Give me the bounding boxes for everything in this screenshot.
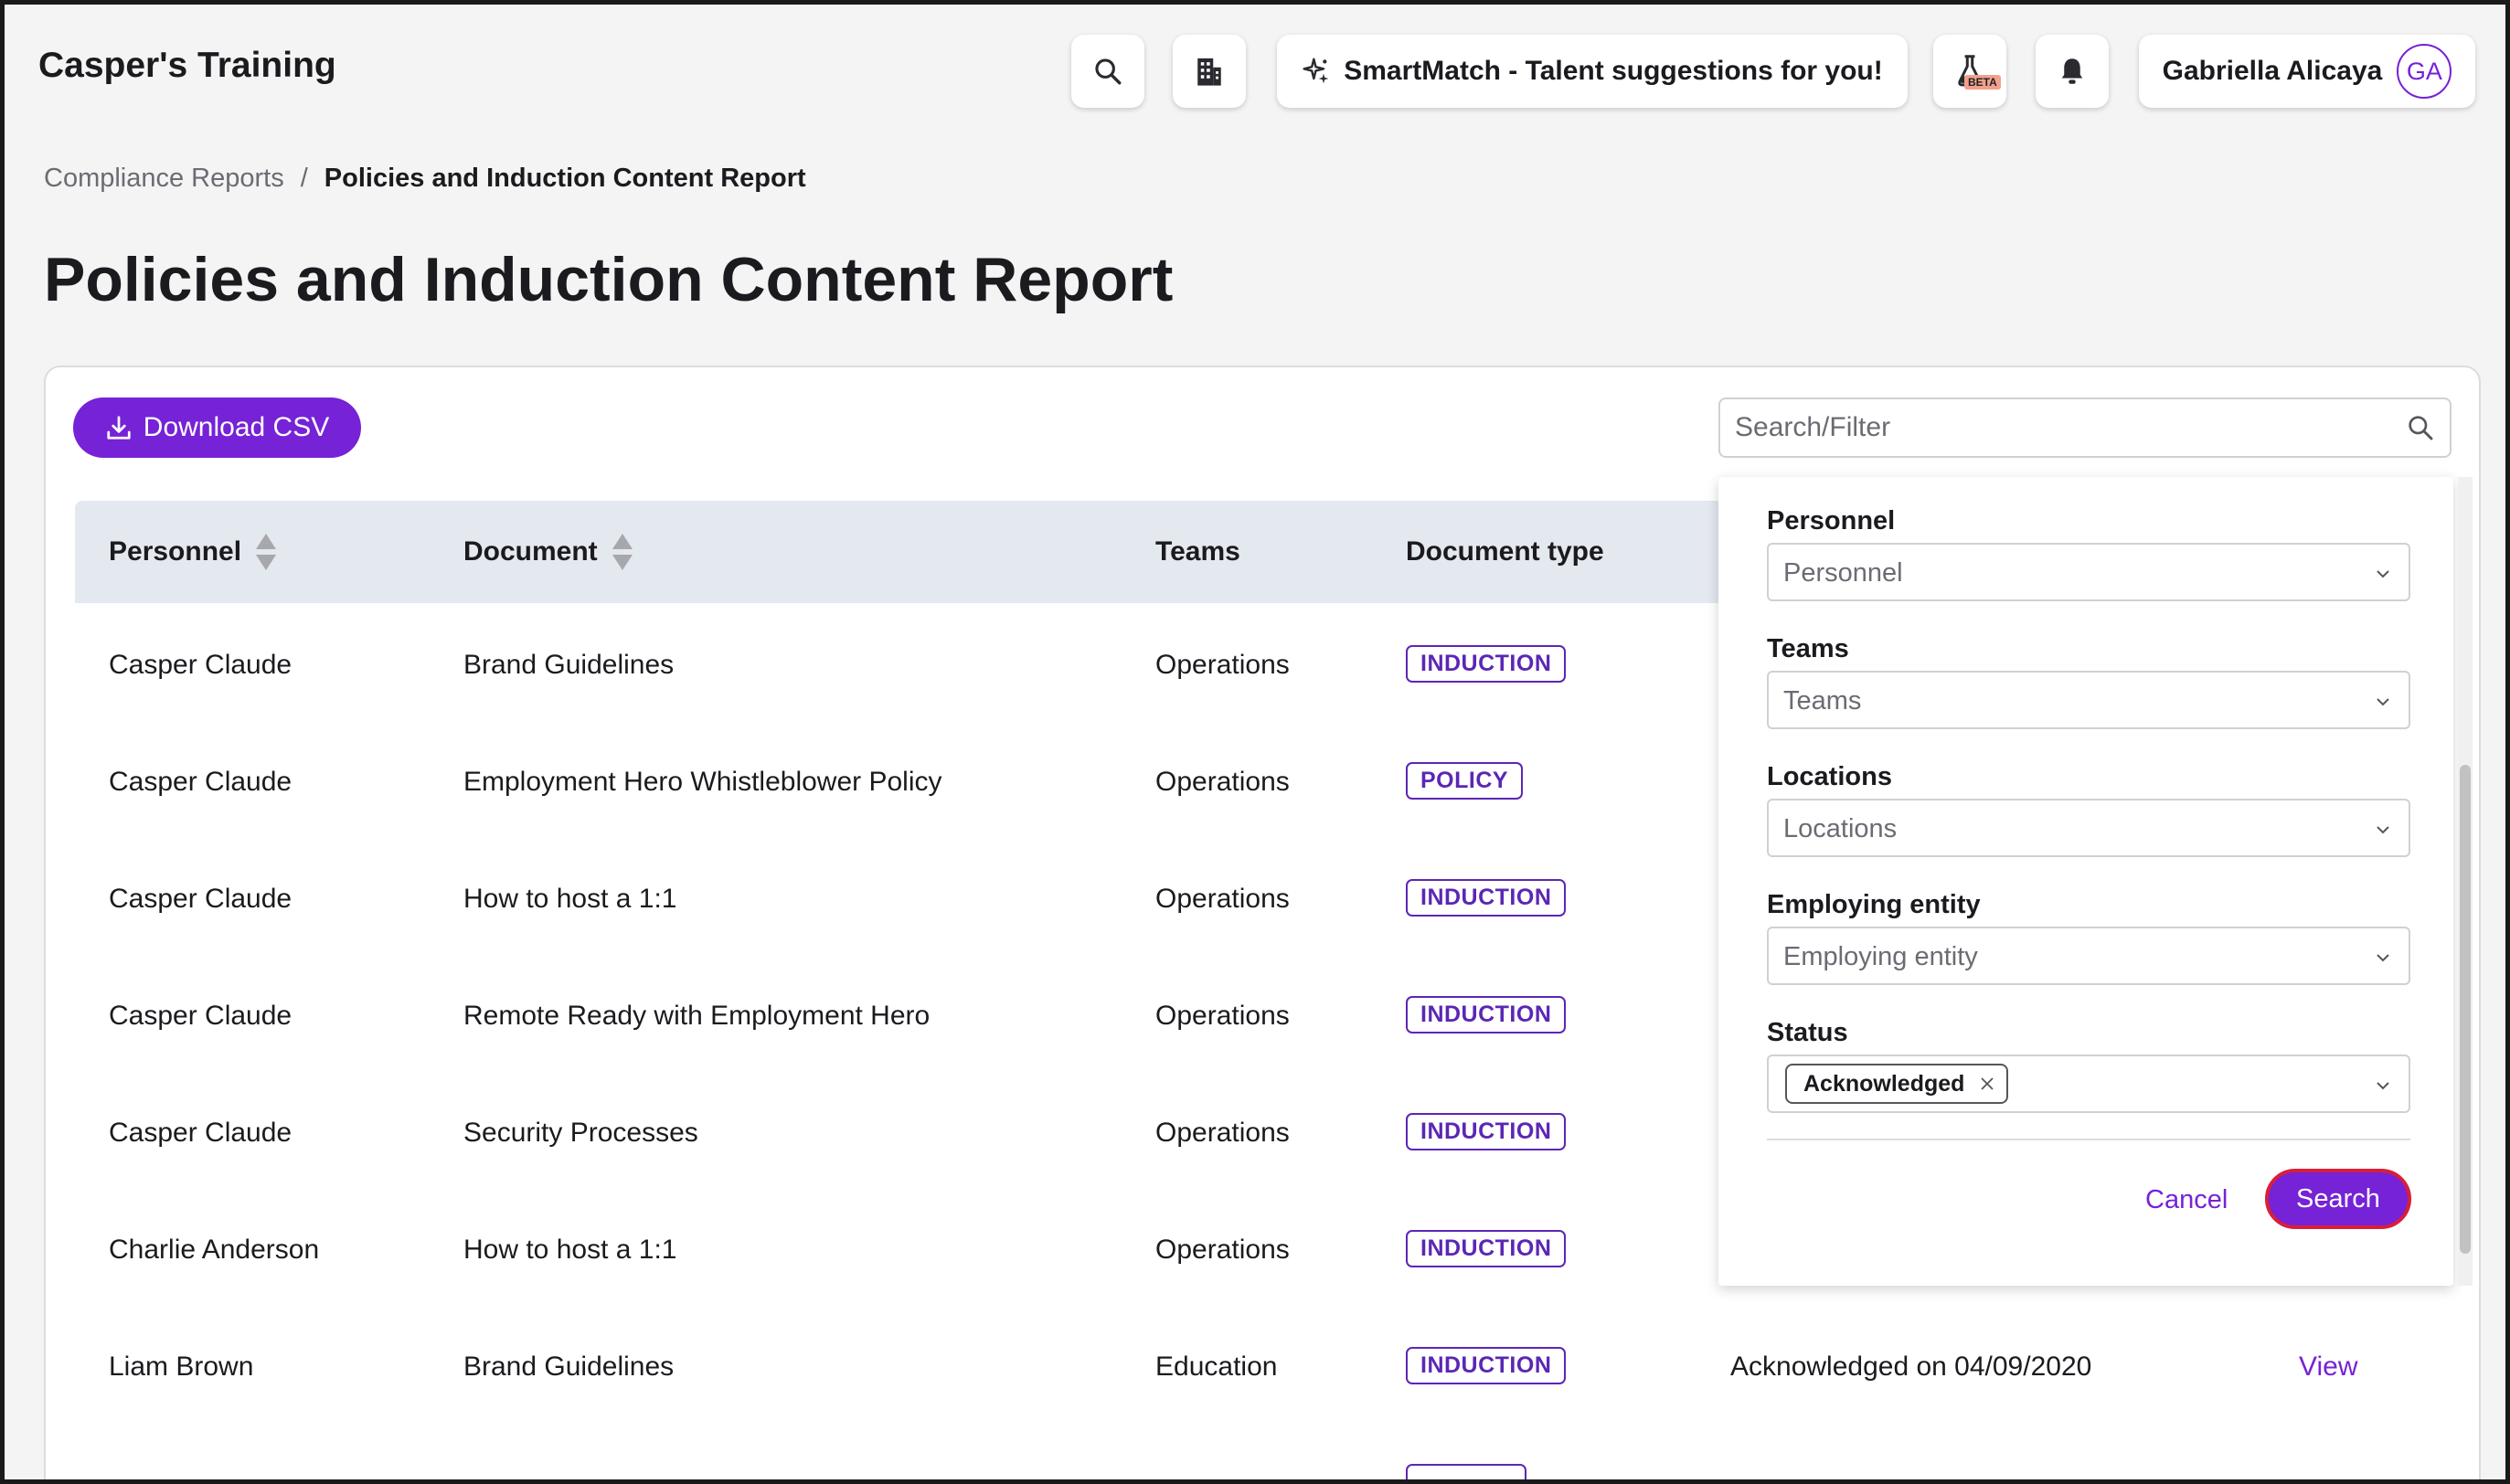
- filter-label-personnel: Personnel: [1767, 506, 1896, 535]
- breadcrumb-current: Policies and Induction Content Report: [324, 164, 806, 193]
- search-filter-box[interactable]: [1718, 398, 2452, 458]
- document-type-badge: INDUCTION: [1406, 879, 1567, 917]
- search-filter-input[interactable]: [1720, 399, 2378, 456]
- download-csv-label: Download CSV: [143, 412, 330, 442]
- notifications-button[interactable]: [2036, 35, 2109, 108]
- cell-team: Operations: [1155, 884, 1290, 914]
- document-type-badge: INDUCTION: [1406, 645, 1567, 683]
- cell-document: Security Processes: [463, 1118, 698, 1148]
- download-icon: [107, 416, 131, 440]
- sparkle-icon: [1303, 58, 1329, 84]
- sort-icon[interactable]: [254, 532, 278, 572]
- panel-divider: [1767, 1139, 2410, 1140]
- app-title: Casper's Training: [38, 46, 336, 85]
- cell-personnel: Casper Claude: [109, 1118, 292, 1148]
- cell-document: Remote Ready with Employment Hero: [463, 1001, 931, 1031]
- panel-scrollbar[interactable]: [2458, 477, 2473, 1286]
- cell-personnel: Casper Claude: [109, 650, 292, 680]
- search-button[interactable]: Search: [2265, 1169, 2411, 1229]
- cell-team: Education: [1155, 1352, 1278, 1382]
- cell-document: How to host a 1:1: [463, 1235, 677, 1265]
- document-type-badge: [1406, 1464, 1526, 1479]
- breadcrumb-separator: /: [300, 164, 308, 193]
- document-type-badge: INDUCTION: [1406, 996, 1567, 1034]
- cell-team: Operations: [1155, 767, 1290, 797]
- building-icon: [1197, 58, 1221, 86]
- search-icon: [1095, 58, 1122, 85]
- cell-team: Operations: [1155, 1118, 1290, 1148]
- cell-document: Employment Hero Whistleblower Policy: [463, 767, 942, 797]
- column-header-label: Personnel: [109, 536, 242, 567]
- cell-personnel: Charlie Anderson: [109, 1235, 320, 1265]
- cell-personnel: Casper Claude: [109, 1001, 292, 1031]
- smartmatch-button[interactable]: SmartMatch - Talent suggestions for you!: [1277, 35, 1908, 108]
- teams-select[interactable]: Teams: [1767, 671, 2410, 729]
- employing-entity-select-placeholder: Employing entity: [1783, 942, 1978, 971]
- locations-select-placeholder: Locations: [1783, 814, 1898, 843]
- user-menu-button[interactable]: Gabriella Alicaya GA: [2139, 35, 2475, 108]
- filter-label-employing-entity: Employing entity: [1767, 890, 1981, 919]
- document-type-badge: INDUCTION: [1406, 1347, 1567, 1384]
- page-title: Policies and Induction Content Report: [44, 245, 1174, 314]
- header-search-button[interactable]: [1071, 35, 1144, 108]
- table-header: Personnel Document Teams Document type: [75, 501, 1720, 603]
- status-select[interactable]: Acknowledged: [1767, 1055, 2410, 1113]
- column-header-personnel[interactable]: Personnel: [109, 501, 278, 603]
- personnel-select-placeholder: Personnel: [1783, 558, 1903, 588]
- cell-team: Operations: [1155, 1235, 1290, 1265]
- column-header-label: Document: [463, 536, 598, 567]
- document-type-badge: INDUCTION: [1406, 1113, 1567, 1150]
- chevron-down-icon: [2377, 698, 2389, 706]
- cell-personnel: Casper Claude: [109, 767, 292, 797]
- personnel-select[interactable]: Personnel: [1767, 543, 2410, 601]
- document-type-badge: INDUCTION: [1406, 1230, 1567, 1267]
- beta-labs-button[interactable]: BETA: [1933, 35, 2006, 108]
- status-tag-label: Acknowledged: [1803, 1070, 1965, 1097]
- bell-icon: [2061, 58, 2083, 84]
- download-csv-button[interactable]: Download CSV: [73, 398, 361, 458]
- cell-personnel: Casper Claude: [109, 884, 292, 914]
- app-window: Casper's Training SmartMatch - Talent su…: [5, 5, 2505, 1479]
- chevron-down-icon: [2377, 1082, 2389, 1090]
- smartmatch-label: SmartMatch - Talent suggestions for you!: [1344, 56, 1883, 86]
- column-header-document-type: Document type: [1406, 536, 1604, 567]
- beta-badge: BETA: [1964, 75, 2001, 90]
- locations-select[interactable]: Locations: [1767, 799, 2410, 857]
- status-tag-acknowledged: Acknowledged: [1785, 1064, 2009, 1104]
- filter-label-locations: Locations: [1767, 762, 1892, 791]
- employing-entity-select[interactable]: Employing entity: [1767, 927, 2410, 985]
- close-icon[interactable]: [1979, 1076, 1995, 1092]
- cell-document: Brand Guidelines: [463, 650, 675, 680]
- breadcrumb: Compliance Reports / Policies and Induct…: [44, 164, 806, 194]
- filter-label-status: Status: [1767, 1018, 1848, 1047]
- cell-document: Brand Guidelines: [463, 1352, 675, 1382]
- chevron-down-icon: [2377, 826, 2389, 834]
- search-icon[interactable]: [2406, 413, 2435, 442]
- teams-select-placeholder: Teams: [1783, 686, 1862, 716]
- view-link[interactable]: View: [2299, 1352, 2357, 1383]
- breadcrumb-compliance-reports[interactable]: Compliance Reports: [44, 164, 284, 194]
- user-name: Gabriella Alicaya: [2162, 56, 2383, 86]
- filter-label-teams: Teams: [1767, 634, 1849, 663]
- cell-team: Operations: [1155, 1001, 1290, 1031]
- filter-panel: Personnel Personnel Teams Teams Location…: [1718, 477, 2473, 1286]
- cell-document: How to host a 1:1: [463, 884, 677, 914]
- cell-team: Operations: [1155, 650, 1290, 680]
- cell-status: Acknowledged on 04/09/2020: [1730, 1352, 2092, 1382]
- sort-icon[interactable]: [611, 532, 634, 572]
- document-type-badge: POLICY: [1406, 762, 1524, 800]
- column-header-teams: Teams: [1155, 536, 1240, 567]
- organisation-button[interactable]: [1173, 35, 1246, 108]
- chevron-down-icon: [2377, 570, 2389, 578]
- cancel-button[interactable]: Cancel: [2145, 1185, 2228, 1215]
- scrollbar-thumb[interactable]: [2460, 765, 2471, 1254]
- avatar: GA: [2397, 44, 2452, 99]
- cell-personnel: Liam Brown: [109, 1352, 254, 1382]
- chevron-down-icon: [2377, 954, 2389, 962]
- column-header-document[interactable]: Document: [463, 501, 634, 603]
